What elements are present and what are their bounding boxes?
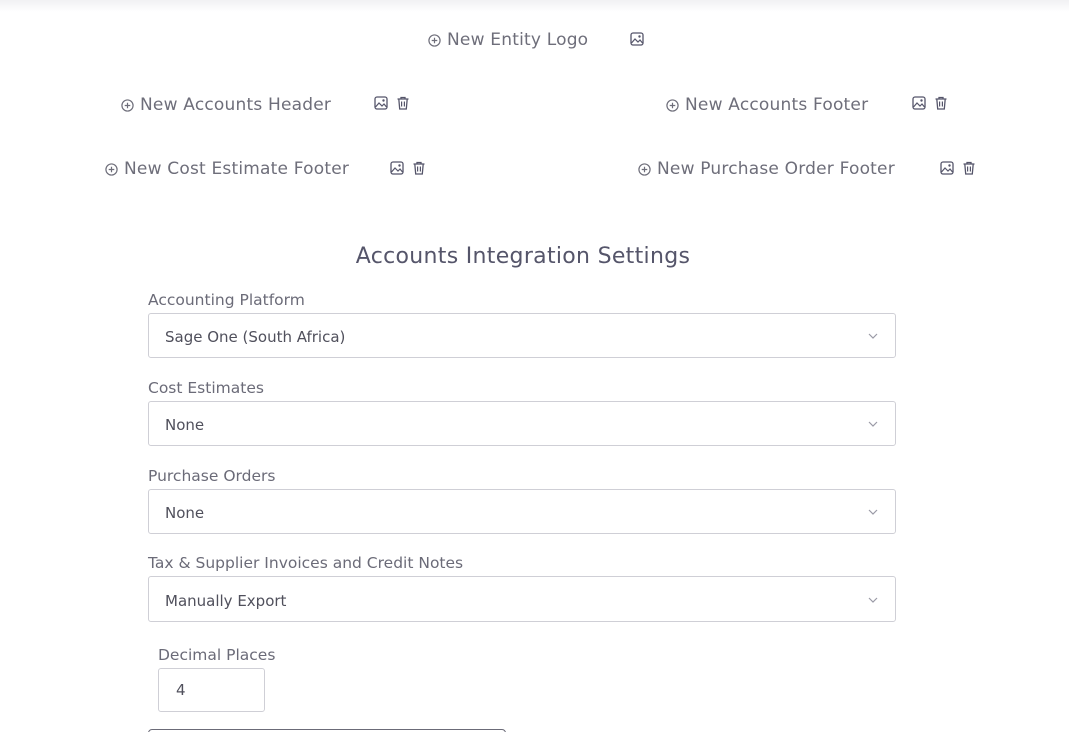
- purchase-orders-value: None: [165, 504, 205, 522]
- cost-estimates-value: None: [165, 416, 205, 434]
- cost-estimates-select[interactable]: None: [148, 401, 896, 446]
- new-entity-logo-button[interactable]: New Entity Logo: [428, 30, 588, 50]
- accounting-platform-label: Accounting Platform: [148, 291, 305, 309]
- trash-icon: [935, 96, 947, 110]
- purchase-order-footer-delete-icon[interactable]: [961, 160, 977, 176]
- entity-logo-image-icon[interactable]: [629, 31, 645, 47]
- plus-circle-icon: [121, 98, 134, 112]
- plus-circle-icon: [638, 162, 651, 176]
- accounts-footer-delete-icon[interactable]: [933, 95, 949, 111]
- chevron-down-icon: [868, 421, 878, 427]
- accounting-platform-select[interactable]: Sage One (South Africa): [148, 313, 896, 358]
- chevron-down-icon: [868, 597, 878, 603]
- image-icon: [374, 96, 388, 110]
- decimal-places-input[interactable]: [158, 668, 265, 712]
- trash-icon: [963, 161, 975, 175]
- new-purchase-order-footer-button[interactable]: New Purchase Order Footer: [638, 159, 895, 179]
- purchase-order-footer-image-icon[interactable]: [939, 160, 955, 176]
- chevron-down-icon: [868, 509, 878, 515]
- new-cost-estimate-footer-label: New Cost Estimate Footer: [124, 159, 350, 179]
- entity-settings-page: New Entity Logo New Accounts Header New …: [0, 0, 1069, 732]
- new-accounts-footer-label: New Accounts Footer: [685, 95, 869, 115]
- new-accounts-header-button[interactable]: New Accounts Header: [121, 95, 331, 115]
- plus-circle-icon: [105, 162, 118, 176]
- purchase-orders-select[interactable]: None: [148, 489, 896, 534]
- accounts-footer-image-icon[interactable]: [911, 95, 927, 111]
- image-icon: [940, 161, 954, 175]
- section-title: Accounts Integration Settings: [355, 244, 691, 269]
- plus-circle-icon: [666, 98, 679, 112]
- image-icon: [390, 161, 404, 175]
- accounts-header-image-icon[interactable]: [373, 95, 389, 111]
- tax-supplier-select[interactable]: Manually Export: [148, 576, 896, 622]
- cost-estimate-footer-delete-icon[interactable]: [411, 160, 427, 176]
- decimal-places-label: Decimal Places: [158, 646, 276, 664]
- trash-icon: [413, 161, 425, 175]
- image-icon: [912, 96, 926, 110]
- image-icon: [630, 32, 644, 46]
- chevron-down-icon: [868, 333, 878, 339]
- new-accounts-header-label: New Accounts Header: [140, 95, 332, 115]
- accounts-header-delete-icon[interactable]: [395, 95, 411, 111]
- accounting-platform-value: Sage One (South Africa): [165, 328, 346, 346]
- top-shadow: [0, 0, 1069, 12]
- new-accounts-footer-button[interactable]: New Accounts Footer: [666, 95, 868, 115]
- new-purchase-order-footer-label: New Purchase Order Footer: [657, 159, 895, 179]
- new-entity-logo-label: New Entity Logo: [447, 30, 589, 50]
- cost-estimate-footer-image-icon[interactable]: [389, 160, 405, 176]
- tax-supplier-label: Tax & Supplier Invoices and Credit Notes: [148, 554, 464, 572]
- tax-supplier-value: Manually Export: [165, 592, 287, 610]
- cost-estimates-label: Cost Estimates: [148, 379, 264, 397]
- purchase-orders-label: Purchase Orders: [148, 467, 276, 485]
- plus-circle-icon: [428, 33, 441, 47]
- trash-icon: [397, 96, 409, 110]
- new-cost-estimate-footer-button[interactable]: New Cost Estimate Footer: [105, 159, 349, 179]
